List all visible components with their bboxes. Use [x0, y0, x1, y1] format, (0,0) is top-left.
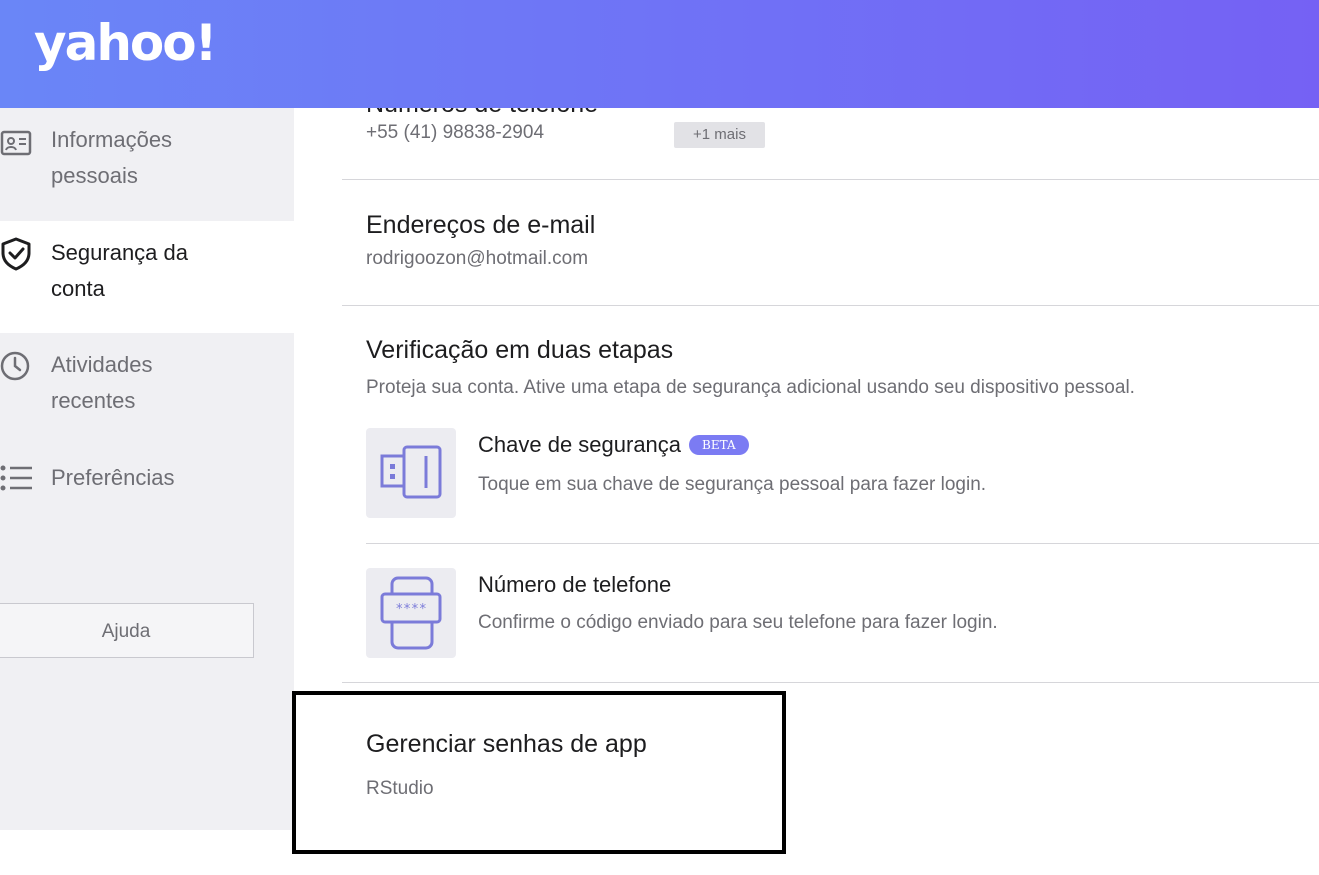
divider: [342, 682, 1319, 683]
security-key-icon-tile[interactable]: [366, 428, 456, 518]
beta-badge: BETA: [689, 435, 749, 455]
sidebar-item-account-security[interactable]: Segurança da conta: [0, 221, 294, 333]
sidebar-item-label: conta: [51, 276, 105, 301]
security-key-icon: [380, 445, 442, 499]
divider: [342, 179, 1319, 180]
sidebar-item-label: Segurança da: [51, 240, 188, 265]
main-content: Números de telefone +55 (41) 98838-2904 …: [342, 90, 1319, 875]
phone-method-title[interactable]: Número de telefone: [478, 572, 671, 598]
phone-code-icon: ****: [380, 576, 442, 650]
security-key-title-row[interactable]: Chave de segurança BETA: [478, 432, 749, 458]
app-passwords-title[interactable]: Gerenciar senhas de app: [366, 730, 647, 759]
phone-number-value: +55 (41) 98838-2904: [366, 122, 545, 143]
id-card-icon: [0, 130, 32, 156]
list-icon: [0, 465, 32, 491]
sidebar-item-label: Preferências: [51, 465, 175, 490]
shield-check-icon: [1, 237, 31, 271]
email-address-value: rodrigoozon@hotmail.com: [366, 248, 589, 269]
sidebar-item-label: recentes: [51, 388, 136, 413]
sidebar-nav: Informações pessoais Segurança da conta …: [0, 108, 294, 830]
sidebar-item-preferences[interactable]: Preferências: [0, 446, 294, 506]
app-password-item[interactable]: RStudio: [366, 778, 434, 800]
phone-method-desc: Confirme o código enviado para seu telef…: [478, 612, 998, 633]
divider: [342, 305, 1319, 306]
sidebar-item-label: Informações: [51, 127, 173, 152]
divider: [366, 543, 1319, 544]
emails-section-title[interactable]: Endereços de e-mail: [366, 211, 595, 240]
yahoo-logo[interactable]: yahoo!: [34, 14, 217, 72]
clock-icon: [0, 351, 30, 381]
sidebar-item-personal-info[interactable]: Informações pessoais: [0, 108, 294, 220]
security-key-desc: Toque em sua chave de segurança pessoal …: [478, 474, 987, 495]
two-step-title: Verificação em duas etapas: [366, 336, 674, 364]
sidebar-item-label: Atividades: [51, 352, 153, 377]
sidebar-item-recent-activity[interactable]: Atividades recentes: [0, 333, 294, 445]
more-phones-badge[interactable]: +1 mais: [674, 122, 765, 148]
svg-text:****: ****: [395, 602, 426, 617]
help-button[interactable]: Ajuda: [0, 603, 254, 658]
security-key-title: Chave de segurança: [478, 432, 682, 457]
two-step-subtitle: Proteja sua conta. Ative uma etapa de se…: [366, 377, 1135, 398]
top-header: yahoo!: [0, 0, 1319, 108]
sidebar-item-label: pessoais: [51, 163, 138, 188]
phone-code-icon-tile[interactable]: ****: [366, 568, 456, 658]
